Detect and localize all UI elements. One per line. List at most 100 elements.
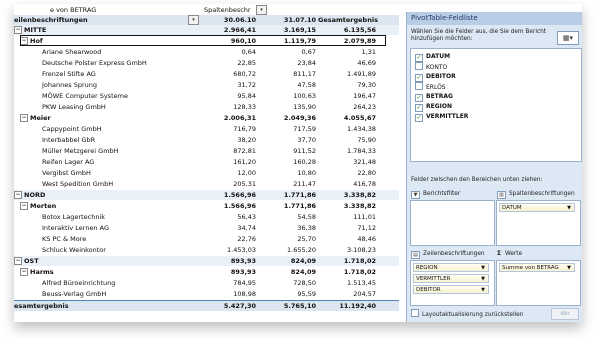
collapse-icon[interactable]: − xyxy=(14,191,22,199)
value-cell[interactable]: 1.566,96 xyxy=(202,190,256,200)
value-cell[interactable]: 893,93 xyxy=(202,267,256,277)
value-cell[interactable]: 416,78 xyxy=(318,179,376,189)
value-cell[interactable]: 95,84 xyxy=(202,91,256,101)
value-cell[interactable]: 1.513,45 xyxy=(318,278,376,288)
value-cell[interactable]: 5.765,10 xyxy=(258,301,316,311)
column-filter-dropdown[interactable]: ▾ xyxy=(256,5,267,15)
row-label[interactable]: Interbabbel GbR xyxy=(42,135,95,145)
checkbox-icon[interactable] xyxy=(415,82,423,90)
row-labels-zone[interactable]: REGION ▼ VERMITTLER ▼ DEBITOR ▼ xyxy=(410,260,495,306)
dropdown-arrow-icon[interactable]: ▼ xyxy=(481,286,485,295)
field-item[interactable]: ✓ VERMITTLER xyxy=(415,112,468,122)
defer-layout-checkbox[interactable] xyxy=(411,309,419,317)
value-cell[interactable]: 47,58 xyxy=(258,80,316,90)
value-cell[interactable]: 728,50 xyxy=(258,278,316,288)
field-item[interactable]: ✓ BETRAG xyxy=(415,92,453,102)
value-cell[interactable]: 22,85 xyxy=(202,58,256,68)
checked-checkbox-icon[interactable]: ✓ xyxy=(415,104,423,112)
row-label[interactable]: esamtergebnis xyxy=(14,301,69,311)
value-cell[interactable]: 31,72 xyxy=(202,80,256,90)
column-labels-zone[interactable]: DATUM ▼ xyxy=(496,200,581,246)
value-cell[interactable]: 911,52 xyxy=(258,146,316,156)
layout-options-button[interactable]: ▦▾ xyxy=(557,31,579,45)
value-cell[interactable]: 135,90 xyxy=(258,102,316,112)
value-cell[interactable]: 4.055,67 xyxy=(318,113,376,123)
value-cell[interactable]: 784,95 xyxy=(202,278,256,288)
zone-field-chip[interactable]: DATUM ▼ xyxy=(499,203,575,212)
row-label[interactable]: MÖWE Computer Systeme xyxy=(42,91,128,101)
row-label[interactable]: Cappypoint GmbH xyxy=(42,124,102,134)
value-cell[interactable]: 34,74 xyxy=(202,223,256,233)
row-label[interactable]: Johannes Sprung xyxy=(42,80,97,90)
collapse-icon[interactable]: − xyxy=(20,202,28,210)
value-cell[interactable]: 824,09 xyxy=(258,256,316,266)
values-zone[interactable]: Summe von BETRAG ▼ xyxy=(496,260,581,306)
row-filter-dropdown[interactable]: ▾ xyxy=(188,15,199,25)
row-label[interactable]: West Spedition GmbH xyxy=(42,179,113,189)
row-label[interactable]: Botox Lagertechnik xyxy=(42,212,105,222)
value-cell[interactable]: 38,20 xyxy=(202,135,256,145)
collapse-icon[interactable]: − xyxy=(20,268,28,276)
value-cell[interactable]: 5.427,30 xyxy=(202,301,256,311)
row-labels-header[interactable]: eilenbeschriftungen xyxy=(14,15,88,25)
value-cell[interactable]: 1,31 xyxy=(318,47,376,57)
value-cell[interactable]: 1.718,02 xyxy=(318,267,376,277)
value-cell[interactable]: 56,43 xyxy=(202,212,256,222)
value-cell[interactable]: 11.192,40 xyxy=(318,301,376,311)
value-cell[interactable]: 1.655,20 xyxy=(258,245,316,255)
field-item[interactable]: ✓ DEBITOR xyxy=(415,72,456,82)
value-cell[interactable]: 204,57 xyxy=(318,289,376,299)
row-label[interactable]: KS PC & More xyxy=(42,234,86,244)
row-label[interactable]: − NORD xyxy=(14,190,45,200)
report-filter-zone[interactable] xyxy=(410,200,495,246)
value-cell[interactable]: 811,17 xyxy=(258,69,316,79)
value-cell[interactable]: 321,48 xyxy=(318,157,376,167)
value-cell[interactable]: 48,46 xyxy=(318,234,376,244)
value-cell[interactable]: 37,70 xyxy=(258,135,316,145)
value-cell[interactable]: 25,70 xyxy=(258,234,316,244)
checked-checkbox-icon[interactable]: ✓ xyxy=(415,94,423,102)
value-cell[interactable]: 824,09 xyxy=(258,267,316,277)
checked-checkbox-icon[interactable]: ✓ xyxy=(415,54,423,62)
value-cell[interactable]: 2.006,31 xyxy=(202,113,256,123)
value-cell[interactable]: 893,93 xyxy=(202,256,256,266)
value-cell[interactable]: 71,12 xyxy=(318,223,376,233)
row-label[interactable]: Vergibst GmbH xyxy=(42,168,91,178)
value-cell[interactable]: 264,23 xyxy=(318,102,376,112)
value-cell[interactable]: 3.338,82 xyxy=(318,201,376,211)
value-cell[interactable]: 205,31 xyxy=(202,179,256,189)
zone-field-chip[interactable]: REGION ▼ xyxy=(413,263,489,272)
field-item[interactable]: ✓ REGION xyxy=(415,102,452,112)
row-label[interactable]: Schluck Weinkontor xyxy=(42,245,106,255)
value-cell[interactable]: 100,63 xyxy=(258,91,316,101)
row-label[interactable]: − MITTE xyxy=(14,25,46,35)
value-cell[interactable]: 1.434,38 xyxy=(318,124,376,134)
zone-field-chip[interactable]: VERMITTLER ▼ xyxy=(413,274,489,283)
value-cell[interactable]: 680,72 xyxy=(202,69,256,79)
value-cell[interactable]: 160,28 xyxy=(258,157,316,167)
value-cell[interactable]: 2.049,36 xyxy=(258,113,316,123)
value-cell[interactable]: 95,59 xyxy=(258,289,316,299)
value-cell[interactable]: 3.338,82 xyxy=(318,190,376,200)
row-label[interactable]: Reifen Lager AG xyxy=(42,157,94,167)
row-label[interactable]: − OST xyxy=(14,256,39,266)
checked-checkbox-icon[interactable]: ✓ xyxy=(415,74,423,82)
field-item[interactable]: ERLÖS xyxy=(415,82,446,91)
value-cell[interactable]: 75,90 xyxy=(318,135,376,145)
value-cell[interactable]: 36,38 xyxy=(258,223,316,233)
value-cell[interactable]: 54,58 xyxy=(258,212,316,222)
value-cell[interactable]: 1.491,89 xyxy=(318,69,376,79)
value-cell[interactable]: 12,00 xyxy=(202,168,256,178)
value-cell[interactable]: 79,30 xyxy=(318,80,376,90)
zone-field-chip[interactable]: DEBITOR ▼ xyxy=(413,285,489,294)
value-cell[interactable]: 1.771,86 xyxy=(258,190,316,200)
row-label[interactable]: PKW Leasing GmbH xyxy=(42,102,106,112)
dropdown-arrow-icon[interactable]: ▼ xyxy=(567,264,571,273)
value-cell[interactable]: 2.966,41 xyxy=(202,25,256,35)
row-label[interactable]: − Merten xyxy=(20,201,56,211)
value-cell[interactable]: 1.784,33 xyxy=(318,146,376,156)
row-label[interactable]: Ariane Shearwood xyxy=(42,47,101,57)
row-label[interactable]: − Harms xyxy=(20,267,54,277)
row-label[interactable]: Beuss-Verlag GmbH xyxy=(42,289,106,299)
checked-checkbox-icon[interactable]: ✓ xyxy=(415,114,423,122)
